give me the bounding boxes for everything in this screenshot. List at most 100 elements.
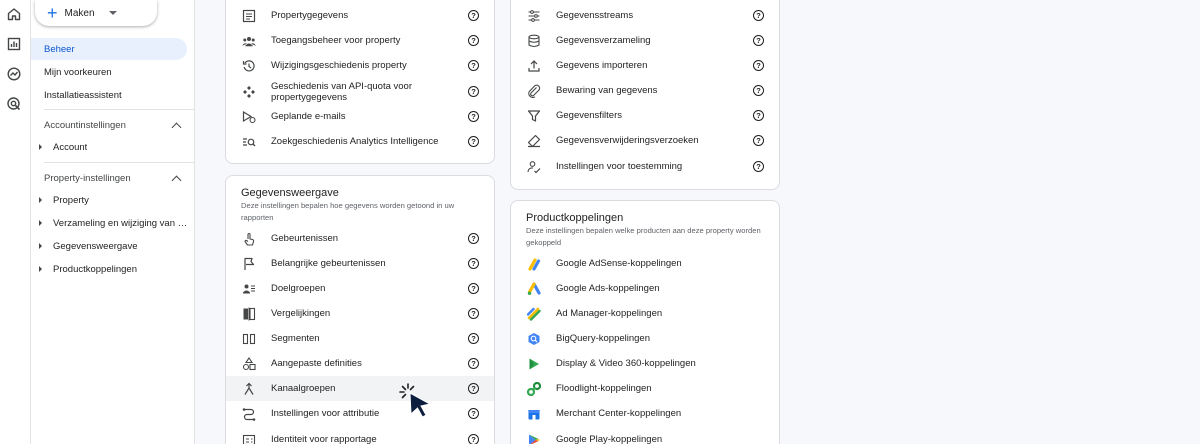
- row-channel-groups[interactable]: Kanaalgroepen ?: [226, 376, 494, 401]
- nav-divider: [44, 162, 194, 163]
- row-label: Zoekgeschiedenis Analytics Intelligence: [271, 136, 439, 147]
- row-label: Merchant Center-koppelingen: [556, 408, 682, 419]
- nav-item-preferences[interactable]: Mijn voorkeuren: [31, 61, 187, 83]
- row-data-collection[interactable]: Gegevensverzameling ?: [511, 28, 779, 53]
- row-label: Segmenten: [271, 333, 320, 344]
- row-label: Wijzigingsgeschiedenis property: [271, 60, 407, 71]
- help-icon[interactable]: ?: [468, 408, 479, 419]
- help-icon[interactable]: ?: [753, 85, 764, 96]
- create-button[interactable]: + Maken: [35, 0, 157, 26]
- attribution-icon: [241, 406, 257, 422]
- row-data-streams[interactable]: Gegevensstreams ?: [511, 3, 779, 28]
- row-data-filters[interactable]: Gegevensfilters ?: [511, 103, 779, 128]
- ad-manager-icon: [526, 306, 542, 322]
- nav-item-property[interactable]: Property: [39, 191, 189, 209]
- help-icon[interactable]: ?: [468, 308, 479, 319]
- row-dv360-links[interactable]: Display & Video 360-koppelingen: [511, 351, 779, 376]
- row-segments[interactable]: Segmenten ?: [226, 326, 494, 351]
- row-audiences[interactable]: Doelgroepen ?: [226, 276, 494, 301]
- help-icon[interactable]: ?: [468, 333, 479, 344]
- help-icon[interactable]: ?: [753, 135, 764, 146]
- section-title: Property-instellingen: [44, 172, 131, 184]
- help-icon[interactable]: ?: [753, 35, 764, 46]
- row-label: Identiteit voor rapportage: [271, 434, 377, 444]
- row-key-events[interactable]: Belangrijke gebeurtenissen ?: [226, 251, 494, 276]
- account-settings-section[interactable]: Accountinstellingen: [44, 116, 182, 134]
- row-custom-definitions[interactable]: Aangepaste definities ?: [226, 351, 494, 376]
- nav-item-data-collection[interactable]: Verzameling en wijziging van gegevens: [39, 214, 189, 232]
- help-icon[interactable]: ?: [468, 86, 479, 97]
- row-reporting-identity[interactable]: Identiteit voor rapportage ?: [226, 427, 494, 444]
- data-filters-icon: [526, 108, 542, 124]
- row-data-retention[interactable]: Bewaring van gegevens ?: [511, 78, 779, 103]
- nav-item-label: Productkoppelingen: [53, 263, 137, 275]
- data-collection-icon: [526, 33, 542, 49]
- row-data-import[interactable]: Gegevens importeren ?: [511, 53, 779, 78]
- help-icon[interactable]: ?: [468, 60, 479, 71]
- advertising-icon[interactable]: [6, 96, 22, 112]
- help-icon[interactable]: ?: [468, 258, 479, 269]
- nav-item-setup-assistant[interactable]: Installatieassistent: [31, 84, 187, 106]
- home-icon[interactable]: [6, 6, 22, 22]
- row-events[interactable]: Gebeurtenissen ?: [226, 226, 494, 251]
- row-access-management[interactable]: Toegangsbeheer voor property ?: [226, 28, 494, 53]
- row-consent-settings[interactable]: Instellingen voor toestemming ?: [511, 154, 779, 179]
- row-comparisons[interactable]: Vergelijkingen ?: [226, 301, 494, 326]
- product-links-card: Productkoppelingen Deze instellingen bep…: [510, 200, 780, 444]
- row-ad-manager-links[interactable]: Ad Manager-koppelingen: [511, 301, 779, 326]
- expand-arrow-icon: [39, 197, 42, 203]
- left-rail: [0, 0, 31, 444]
- row-change-history[interactable]: Wijzigingsgeschiedenis property ?: [226, 53, 494, 78]
- help-icon[interactable]: ?: [753, 110, 764, 121]
- row-scheduled-emails[interactable]: Geplande e-mails ?: [226, 104, 494, 129]
- chevron-up-icon: [171, 122, 182, 132]
- row-label: Doelgroepen: [271, 283, 326, 294]
- row-label: Ad Manager-koppelingen: [556, 308, 663, 319]
- help-icon[interactable]: ?: [468, 233, 479, 244]
- row-floodlight-links[interactable]: Floodlight-koppelingen: [511, 376, 779, 401]
- card-title: Gegevensweergave: [241, 187, 339, 199]
- nav-item-data-display[interactable]: Gegevensweergave: [39, 237, 189, 255]
- row-property-details[interactable]: Propertygegevens ?: [226, 3, 494, 28]
- nav-item-admin[interactable]: Beheer: [31, 38, 187, 60]
- floodlight-icon: [526, 381, 542, 397]
- row-label: Instellingen voor toestemming: [556, 161, 683, 172]
- row-data-deletion[interactable]: Gegevensverwijderingsverzoeken ?: [511, 128, 779, 153]
- row-bigquery-links[interactable]: BigQuery-koppelingen: [511, 326, 779, 351]
- reports-icon[interactable]: [6, 36, 22, 52]
- help-icon[interactable]: ?: [468, 383, 479, 394]
- explore-icon[interactable]: [6, 66, 22, 82]
- row-label: Google Play-koppelingen: [556, 434, 663, 444]
- help-icon[interactable]: ?: [468, 10, 479, 21]
- row-label: Geschiedenis van API-quota voor property…: [271, 80, 413, 103]
- help-icon[interactable]: ?: [753, 161, 764, 172]
- caret-down-icon: [108, 11, 117, 15]
- help-icon[interactable]: ?: [753, 60, 764, 71]
- row-adsense-links[interactable]: Google AdSense-koppelingen: [511, 251, 779, 276]
- create-button-label: Maken: [64, 7, 95, 19]
- row-merchant-center-links[interactable]: Merchant Center-koppelingen: [511, 401, 779, 426]
- card-description: Deze instellingen bepalen hoe gegevens w…: [241, 201, 455, 222]
- row-google-play-links[interactable]: Google Play-koppelingen: [511, 427, 779, 444]
- row-label: Display & Video 360-koppelingen: [556, 358, 696, 369]
- consent-settings-icon: [526, 159, 542, 175]
- nav-divider: [44, 109, 194, 110]
- help-icon[interactable]: ?: [468, 111, 479, 122]
- row-api-quota[interactable]: Geschiedenis van API-quota voor property…: [226, 78, 494, 105]
- help-icon[interactable]: ?: [753, 10, 764, 21]
- help-icon[interactable]: ?: [468, 283, 479, 294]
- chevron-up-icon: [171, 175, 182, 185]
- help-icon[interactable]: ?: [468, 35, 479, 46]
- help-icon[interactable]: ?: [468, 358, 479, 369]
- row-label: Bewaring van gegevens: [556, 85, 658, 96]
- nav-item-account[interactable]: Account: [39, 138, 189, 156]
- row-google-ads-links[interactable]: Google Ads-koppelingen: [511, 276, 779, 301]
- comparisons-icon: [241, 306, 257, 322]
- nav-item-product-links[interactable]: Productkoppelingen: [39, 260, 189, 278]
- help-icon[interactable]: ?: [468, 434, 479, 444]
- help-icon[interactable]: ?: [468, 136, 479, 147]
- row-attribution[interactable]: Instellingen voor attributie ?: [226, 401, 494, 426]
- row-search-history[interactable]: Zoekgeschiedenis Analytics Intelligence …: [226, 129, 494, 154]
- property-settings-section[interactable]: Property-instellingen: [44, 169, 182, 187]
- section-title: Accountinstellingen: [44, 119, 126, 131]
